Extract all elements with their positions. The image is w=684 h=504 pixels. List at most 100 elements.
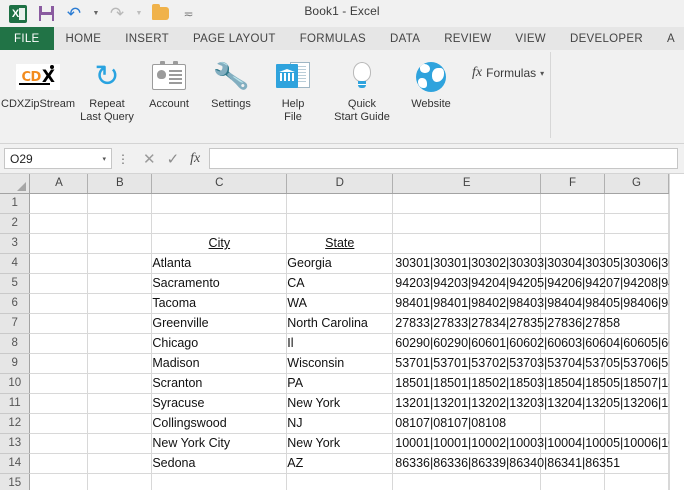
cell-D15[interactable] bbox=[286, 473, 394, 490]
tab-insert[interactable]: INSERT bbox=[113, 27, 181, 50]
row-header-10[interactable]: 10 bbox=[0, 373, 31, 394]
cell-B9[interactable] bbox=[87, 353, 153, 374]
formula-bar-more-icon[interactable]: ⋮ bbox=[112, 152, 134, 166]
cell-A1[interactable] bbox=[29, 193, 89, 214]
cell-E4[interactable]: 30301|30301|30302|30303|30304|30305|3030… bbox=[392, 253, 684, 274]
cell-D3[interactable]: State bbox=[286, 233, 394, 254]
settings-button[interactable]: 🔧 Settings bbox=[200, 55, 262, 111]
cell-F3[interactable] bbox=[540, 233, 606, 254]
cell-C9[interactable]: Madison bbox=[151, 353, 288, 374]
row-header-11[interactable]: 11 bbox=[0, 393, 31, 414]
formulas-dropdown[interactable]: fx Formulas ▾ bbox=[472, 65, 544, 81]
cell-C5[interactable]: Sacramento bbox=[151, 273, 288, 294]
cell-E15[interactable] bbox=[392, 473, 542, 490]
cell-A11[interactable] bbox=[29, 393, 89, 414]
cell-A7[interactable] bbox=[29, 313, 89, 334]
cell-C4[interactable]: Atlanta bbox=[151, 253, 288, 274]
quick-start-guide-button[interactable]: Quick Start Guide bbox=[324, 55, 400, 124]
tab-formulas[interactable]: FORMULAS bbox=[288, 27, 378, 50]
column-header-c[interactable]: C bbox=[151, 174, 288, 194]
tab-data[interactable]: DATA bbox=[378, 27, 432, 50]
help-file-button[interactable]: Help File bbox=[262, 55, 324, 124]
cell-B5[interactable] bbox=[87, 273, 153, 294]
cell-E7[interactable]: 27833|27833|27834|27835|27836|27858 bbox=[392, 313, 620, 334]
cell-E1[interactable] bbox=[392, 193, 542, 214]
cell-B4[interactable] bbox=[87, 253, 153, 274]
cell-C15[interactable] bbox=[151, 473, 288, 490]
cell-B8[interactable] bbox=[87, 333, 153, 354]
cell-B7[interactable] bbox=[87, 313, 153, 334]
cell-D8[interactable]: Il bbox=[286, 333, 394, 354]
cell-C2[interactable] bbox=[151, 213, 288, 234]
cell-B12[interactable] bbox=[87, 413, 153, 434]
cell-D10[interactable]: PA bbox=[286, 373, 394, 394]
cell-G1[interactable] bbox=[604, 193, 669, 214]
cell-D6[interactable]: WA bbox=[286, 293, 394, 314]
row-header-7[interactable]: 7 bbox=[0, 313, 31, 334]
cell-D12[interactable]: NJ bbox=[286, 413, 394, 434]
tab-review[interactable]: REVIEW bbox=[432, 27, 503, 50]
cell-C8[interactable]: Chicago bbox=[151, 333, 288, 354]
cell-D11[interactable]: New York bbox=[286, 393, 394, 414]
cell-A6[interactable] bbox=[29, 293, 89, 314]
cell-C3[interactable]: City bbox=[151, 233, 288, 254]
cell-C11[interactable]: Syracuse bbox=[151, 393, 288, 414]
cell-B2[interactable] bbox=[87, 213, 153, 234]
cell-B14[interactable] bbox=[87, 453, 153, 474]
cell-A4[interactable] bbox=[29, 253, 89, 274]
row-header-3[interactable]: 3 bbox=[0, 233, 31, 254]
column-header-a[interactable]: A bbox=[29, 174, 89, 194]
insert-function-icon[interactable]: fx bbox=[190, 151, 200, 167]
column-header-d[interactable]: D bbox=[286, 174, 394, 194]
cell-B6[interactable] bbox=[87, 293, 153, 314]
row-header-1[interactable]: 1 bbox=[0, 193, 31, 214]
cell-B3[interactable] bbox=[87, 233, 153, 254]
cell-B1[interactable] bbox=[87, 193, 153, 214]
formula-input[interactable] bbox=[209, 148, 678, 169]
cell-B13[interactable] bbox=[87, 433, 153, 454]
cell-F1[interactable] bbox=[540, 193, 606, 214]
row-header-13[interactable]: 13 bbox=[0, 433, 31, 454]
column-header-e[interactable]: E bbox=[392, 174, 542, 194]
cell-A15[interactable] bbox=[29, 473, 89, 490]
cell-A12[interactable] bbox=[29, 413, 89, 434]
row-header-8[interactable]: 8 bbox=[0, 333, 31, 354]
cell-D13[interactable]: New York bbox=[286, 433, 394, 454]
row-header-15[interactable]: 15 bbox=[0, 473, 31, 490]
column-header-g[interactable]: G bbox=[604, 174, 669, 194]
cell-D5[interactable]: CA bbox=[286, 273, 394, 294]
cell-A13[interactable] bbox=[29, 433, 89, 454]
cell-C6[interactable]: Tacoma bbox=[151, 293, 288, 314]
cell-B10[interactable] bbox=[87, 373, 153, 394]
cell-E9[interactable]: 53701|53701|53702|53703|53704|53705|5370… bbox=[392, 353, 684, 374]
row-header-6[interactable]: 6 bbox=[0, 293, 31, 314]
enter-icon[interactable]: ✓ bbox=[167, 150, 180, 168]
cell-C10[interactable]: Scranton bbox=[151, 373, 288, 394]
cell-D4[interactable]: Georgia bbox=[286, 253, 394, 274]
cell-G3[interactable] bbox=[604, 233, 669, 254]
cell-F12[interactable] bbox=[540, 413, 606, 434]
cell-E8[interactable]: 60290|60290|60601|60602|60603|60604|6060… bbox=[392, 333, 684, 354]
cell-D2[interactable] bbox=[286, 213, 394, 234]
cell-B11[interactable] bbox=[87, 393, 153, 414]
column-header-f[interactable]: F bbox=[540, 174, 606, 194]
cell-A14[interactable] bbox=[29, 453, 89, 474]
cancel-icon[interactable]: ✕ bbox=[143, 150, 156, 168]
cell-C13[interactable]: New York City bbox=[151, 433, 288, 454]
cell-G15[interactable] bbox=[604, 473, 669, 490]
cell-F2[interactable] bbox=[540, 213, 606, 234]
cell-E3[interactable] bbox=[392, 233, 542, 254]
row-header-14[interactable]: 14 bbox=[0, 453, 31, 474]
cell-E14[interactable]: 86336|86336|86339|86340|86341|86351 bbox=[392, 453, 620, 474]
cell-B15[interactable] bbox=[87, 473, 153, 490]
cell-C7[interactable]: Greenville bbox=[151, 313, 288, 334]
cell-E5[interactable]: 94203|94203|94204|94205|94206|94207|9420… bbox=[392, 273, 684, 294]
cell-E13[interactable]: 10001|10001|10002|10003|10004|10005|1000… bbox=[392, 433, 684, 454]
cell-G2[interactable] bbox=[604, 213, 669, 234]
cell-E2[interactable] bbox=[392, 213, 542, 234]
cell-E6[interactable]: 98401|98401|98402|98403|98404|98405|9840… bbox=[392, 293, 684, 314]
name-box[interactable]: O29 ▾ bbox=[4, 148, 112, 169]
tab-view[interactable]: VIEW bbox=[503, 27, 558, 50]
cell-C12[interactable]: Collingswood bbox=[151, 413, 288, 434]
row-header-12[interactable]: 12 bbox=[0, 413, 31, 434]
